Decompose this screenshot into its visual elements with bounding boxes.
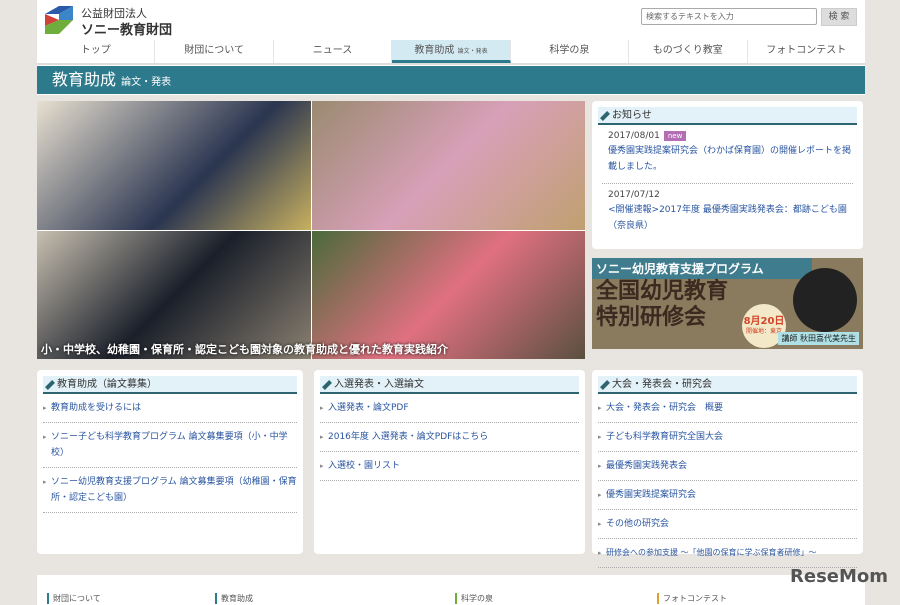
main-nav: トップ 財団について ニュース 教育助成 論文・発表 科学の泉 ものづくり教室 … bbox=[37, 40, 865, 65]
footer-link[interactable]: 科学の泉 bbox=[455, 593, 493, 604]
new-badge: new bbox=[663, 131, 687, 141]
page-subtitle: 論文・発表 bbox=[121, 77, 172, 88]
card-link[interactable]: 子ども科学教育研究全国大会 bbox=[598, 423, 857, 452]
nav-label: ニュース bbox=[312, 45, 353, 56]
resemom-watermark: ReseMom bbox=[790, 566, 889, 587]
news-date: 2017/08/01 bbox=[608, 131, 660, 141]
nav-label: ものづくり教室 bbox=[652, 45, 723, 56]
footer-link[interactable]: 財団について bbox=[47, 593, 101, 604]
nav-monozukuri[interactable]: ものづくり教室 bbox=[629, 40, 748, 63]
photo-nature bbox=[311, 230, 585, 359]
nav-label: 財団について bbox=[184, 45, 244, 56]
card-title-text: 教育助成（論文募集） bbox=[57, 379, 157, 390]
foundation-logo[interactable] bbox=[45, 6, 73, 34]
pencil-icon bbox=[600, 111, 610, 121]
nav-about[interactable]: 財団について bbox=[155, 40, 274, 63]
nav-label: トップ bbox=[80, 45, 111, 56]
footer-link[interactable]: 教育助成 bbox=[215, 593, 253, 604]
nav-top[interactable]: トップ bbox=[37, 40, 156, 63]
photo-kindergarten bbox=[311, 101, 585, 230]
lecturer-photo bbox=[793, 268, 857, 332]
news-title-text: お知らせ bbox=[612, 110, 652, 121]
news-item: 2017/08/01 new 優秀園実践提案研究会（わかば保育園）の開催レポートを掲… bbox=[602, 125, 853, 184]
card-grant-call: 教育助成（論文募集） 教育助成を受けるには ソニー子ども科学教育プログラム 論文… bbox=[37, 370, 303, 554]
ad-program: ソニー幼児教育支援プログラム bbox=[592, 258, 812, 279]
card-link[interactable]: 大会・発表会・研究会 概要 bbox=[598, 394, 857, 423]
news-panel: お知らせ 2017/08/01 new 優秀園実践提案研究会（わかば保育園）の開催レ… bbox=[592, 101, 863, 249]
card-title: 教育助成（論文募集） bbox=[43, 376, 297, 394]
card-conferences: 大会・発表会・研究会 大会・発表会・研究会 概要 子ども科学教育研究全国大会 最… bbox=[592, 370, 863, 568]
news-link[interactable]: 優秀園実践提案研究会（わかば保育園）の開催レポートを掲載しました。 bbox=[608, 143, 853, 175]
nav-photo-contest[interactable]: フォトコンテスト bbox=[748, 40, 865, 63]
card-link[interactable]: ソニー子ども科学教育プログラム 論文募集要項（小・中学校） bbox=[43, 423, 297, 468]
hero-photos: 小・中学校、幼稚園・保育所・認定こども園対象の教育助成と優れた教育実践紹介 bbox=[37, 101, 585, 359]
footer-link[interactable]: フォトコンテスト bbox=[657, 593, 727, 604]
news-link[interactable]: <開催速報>2017年度 最優秀園実践発表会：都跡こども園（奈良県） bbox=[608, 202, 853, 234]
hero-caption: 小・中学校、幼稚園・保育所・認定こども園対象の教育助成と優れた教育実践紹介 bbox=[41, 343, 448, 356]
page-title: 教育助成 論文・発表 bbox=[37, 66, 865, 94]
card-link[interactable]: 最優秀園実践発表会 bbox=[598, 452, 857, 481]
nav-label: 教育助成 bbox=[414, 45, 455, 56]
nav-label: 科学の泉 bbox=[549, 45, 590, 56]
seminar-ad-banner[interactable]: ソニー幼児教育支援プログラム 全国幼児教育 特別研修会 8月20日 開催地：東京… bbox=[592, 258, 863, 349]
pencil-icon bbox=[600, 380, 610, 390]
org-name[interactable]: ソニー教育財団 bbox=[81, 19, 172, 38]
ad-place: 開催地：東京 bbox=[745, 328, 782, 335]
card-link[interactable]: 研修会への参加支援 ～「他園の保育に学ぶ保育者研修」～ bbox=[598, 539, 857, 568]
footer: 財団について 教育助成 科学の泉 フォトコンテスト bbox=[37, 575, 865, 605]
page-title-text: 教育助成 bbox=[52, 70, 117, 89]
news-date: 2017/07/12 bbox=[608, 190, 660, 200]
card-winners: 入選発表・入選論文 入選発表・論文PDF 2016年度 入選発表・論文PDFはこ… bbox=[314, 370, 585, 554]
card-link[interactable]: 2016年度 入選発表・論文PDFはこちら bbox=[320, 423, 579, 452]
card-link[interactable]: 入選発表・論文PDF bbox=[320, 394, 579, 423]
ad-lecturer: 講師 秋田喜代美先生 bbox=[778, 332, 859, 345]
search-button[interactable]: 検 索 bbox=[821, 8, 857, 26]
card-title: 入選発表・入選論文 bbox=[320, 376, 579, 394]
nav-news[interactable]: ニュース bbox=[274, 40, 393, 63]
card-link[interactable]: ソニー幼児教育支援プログラム 論文募集要項（幼稚園・保育所・認定こども園） bbox=[43, 468, 297, 513]
news-title: お知らせ bbox=[598, 107, 857, 125]
nav-sublabel: 論文・発表 bbox=[457, 48, 488, 55]
nav-education-grant[interactable]: 教育助成 論文・発表 bbox=[392, 40, 511, 63]
nav-science[interactable]: 科学の泉 bbox=[511, 40, 630, 63]
pencil-icon bbox=[322, 380, 332, 390]
pencil-icon bbox=[45, 380, 55, 390]
card-link[interactable]: その他の研究会 bbox=[598, 510, 857, 539]
card-title-text: 入選発表・入選論文 bbox=[334, 379, 424, 390]
search-input[interactable]: 検索するテキストを入力 bbox=[641, 8, 817, 25]
card-link[interactable]: 入選校・園リスト bbox=[320, 452, 579, 481]
news-item: 2017/07/12 <開催速報>2017年度 最優秀園実践発表会：都跡こども園（… bbox=[602, 184, 853, 242]
ad-date-text: 8月20日 bbox=[743, 316, 785, 327]
photo-students bbox=[37, 101, 311, 230]
card-title-text: 大会・発表会・研究会 bbox=[612, 379, 712, 390]
card-link[interactable]: 教育助成を受けるには bbox=[43, 394, 297, 423]
card-link[interactable]: 優秀園実践提案研究会 bbox=[598, 481, 857, 510]
nav-label: フォトコンテスト bbox=[766, 45, 847, 56]
photo-lab bbox=[37, 230, 311, 359]
card-title: 大会・発表会・研究会 bbox=[598, 376, 857, 394]
